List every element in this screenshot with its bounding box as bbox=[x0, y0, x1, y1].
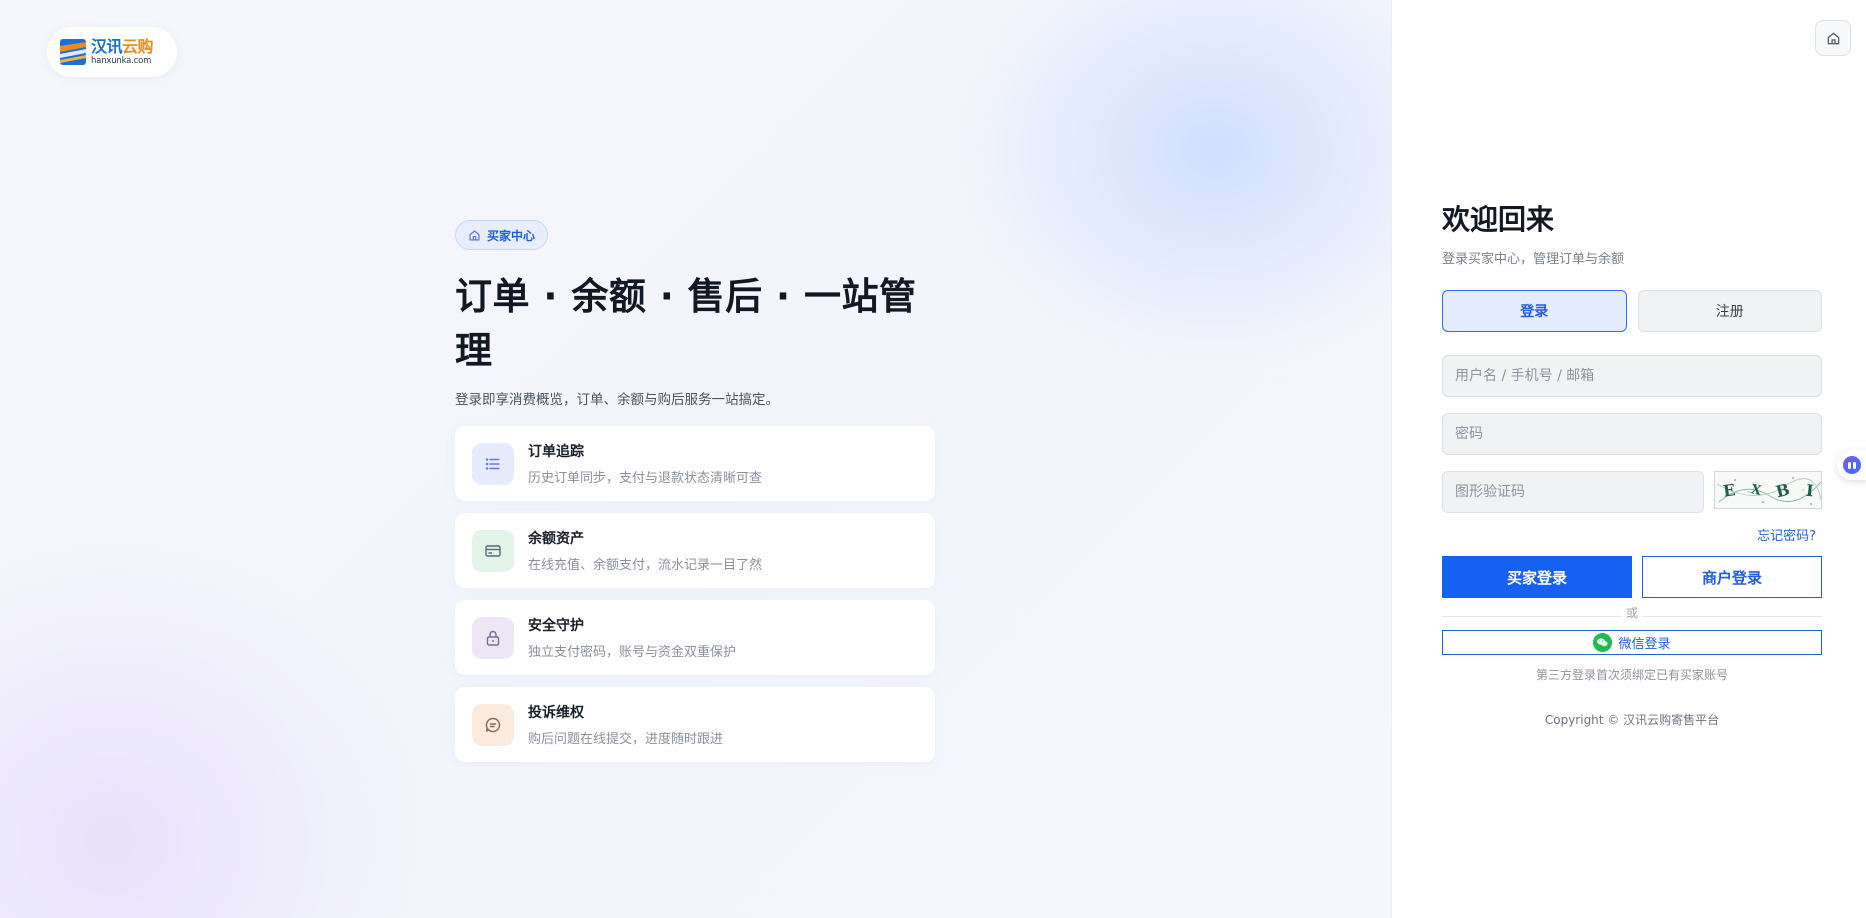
merchant-login-button[interactable]: 商户登录 bbox=[1642, 556, 1822, 598]
chip-label: 买家中心 bbox=[487, 228, 536, 243]
hero-title: 订单 · 余额 · 售后 · 一站管理 bbox=[455, 275, 917, 372]
hero-content: 买家中心 订单 · 余额 · 售后 · 一站管理 登录即享消费概览，订单、余额与… bbox=[455, 220, 935, 762]
hero-panel: 汉讯云购 hanxunka.com 买家中心 订单 · 余额 · 售后 · 一站… bbox=[0, 0, 1391, 918]
third-party-note: 第三方登录首次须绑定已有买家账号 bbox=[1535, 668, 1728, 682]
forgot-password-link[interactable]: 忘记密码? bbox=[1442, 525, 1822, 544]
username-input[interactable] bbox=[1442, 355, 1822, 397]
brand-logo[interactable]: 汉讯云购 hanxunka.com bbox=[47, 27, 177, 77]
assistant-icon bbox=[1843, 456, 1861, 474]
lock-icon bbox=[472, 616, 514, 659]
welcome-subtitle: 登录买家中心，管理订单与余额 bbox=[1442, 252, 1625, 267]
captcha-char: E bbox=[1721, 479, 1737, 501]
feature-desc: 历史订单同步，支付与退款状态清晰可查 bbox=[528, 471, 763, 486]
logo-text: 汉讯云购 hanxunka.com bbox=[91, 36, 154, 66]
login-form: 欢迎回来 登录买家中心，管理订单与余额 登录 注册 E X B I 忘记密码? … bbox=[1442, 198, 1822, 728]
divider: 或 bbox=[1442, 606, 1822, 620]
home-icon bbox=[469, 229, 480, 241]
feature-desc: 独立支付密码，账号与资金双重保护 bbox=[528, 645, 737, 660]
logo-domain: hanxunka.com bbox=[91, 55, 152, 66]
login-buttons: 买家登录 商户登录 bbox=[1442, 556, 1822, 598]
home-icon bbox=[1827, 31, 1839, 44]
tab-login[interactable]: 登录 bbox=[1442, 290, 1627, 332]
wechat-login-button[interactable]: 微信登录 bbox=[1442, 630, 1822, 655]
logo-name-part2: 云购 bbox=[122, 36, 154, 56]
buyer-center-chip: 买家中心 bbox=[455, 220, 549, 250]
feature-desc: 在线充值、余额支付，流水记录一目了然 bbox=[528, 558, 763, 573]
feature-title: 投诉维权 bbox=[528, 705, 584, 721]
logo-mark-icon bbox=[60, 39, 86, 65]
captcha-char: I bbox=[1804, 480, 1815, 500]
chat-icon bbox=[472, 703, 514, 746]
list-icon bbox=[472, 442, 514, 485]
welcome-title: 欢迎回来 bbox=[1442, 203, 1555, 236]
captcha-row: E X B I bbox=[1442, 471, 1822, 513]
wechat-login-label: 微信登录 bbox=[1618, 637, 1671, 652]
feature-desc: 购后问题在线提交，进度随时跟进 bbox=[528, 732, 724, 747]
buyer-login-button[interactable]: 买家登录 bbox=[1442, 556, 1632, 598]
feature-title: 安全守护 bbox=[528, 618, 584, 634]
captcha-image[interactable]: E X B I bbox=[1714, 471, 1822, 509]
home-button[interactable] bbox=[1815, 20, 1851, 56]
divider-label: 或 bbox=[1620, 606, 1644, 620]
feature-title: 余额资产 bbox=[528, 531, 584, 547]
captcha-input[interactable] bbox=[1442, 471, 1704, 513]
feature-list: 订单追踪 历史订单同步，支付与退款状态清晰可查 余额资产 在线充值、余额支付，流… bbox=[455, 426, 935, 762]
hero-subtitle: 登录即享消费概览，订单、余额与购后服务一站搞定。 bbox=[455, 392, 779, 408]
feature-card-balance: 余额资产 在线充值、余额支付，流水记录一目了然 bbox=[455, 513, 935, 588]
assistant-float-button[interactable] bbox=[1837, 450, 1866, 480]
feature-title: 订单追踪 bbox=[528, 444, 584, 460]
password-input[interactable] bbox=[1442, 413, 1822, 455]
feature-card-orders: 订单追踪 历史订单同步，支付与退款状态清晰可查 bbox=[455, 426, 935, 501]
card-icon bbox=[472, 529, 514, 572]
logo-name-part1: 汉讯 bbox=[91, 36, 123, 56]
tab-register[interactable]: 注册 bbox=[1637, 290, 1822, 332]
feature-card-complaint: 投诉维权 购后问题在线提交，进度随时跟进 bbox=[455, 687, 935, 762]
feature-card-security: 安全守护 独立支付密码，账号与资金双重保护 bbox=[455, 600, 935, 675]
copyright: Copyright © 汉讯云购寄售平台 bbox=[1544, 713, 1720, 727]
auth-tabs: 登录 注册 bbox=[1442, 290, 1822, 332]
wechat-icon bbox=[1593, 633, 1613, 652]
